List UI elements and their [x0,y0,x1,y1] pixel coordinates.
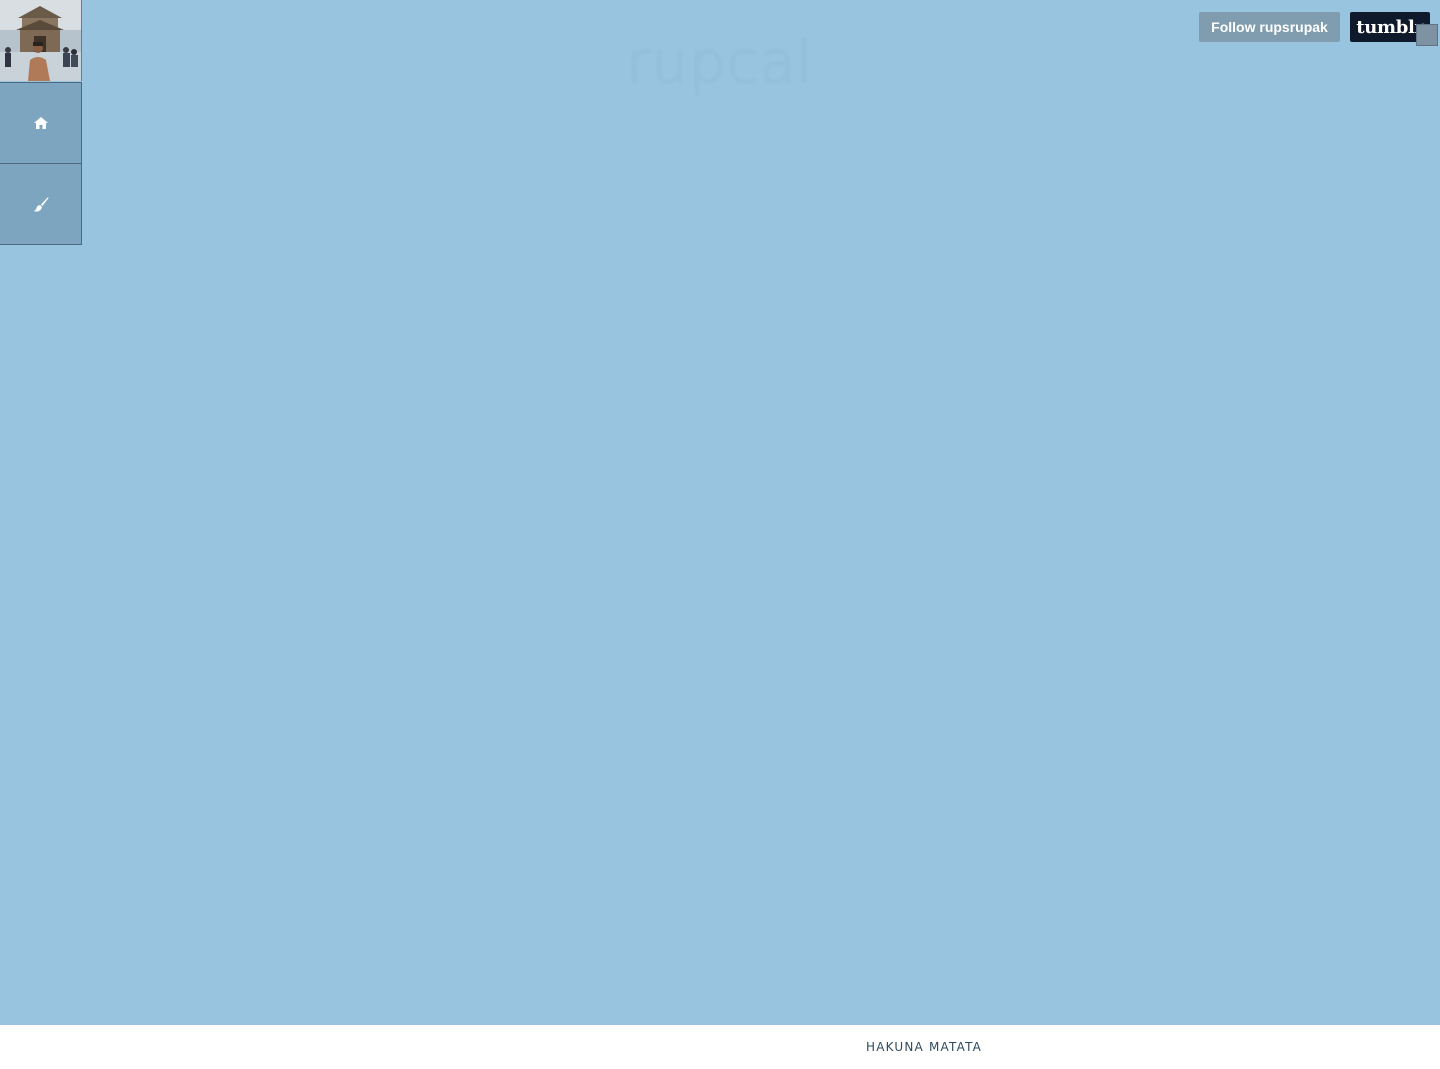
blog-title[interactable]: rupcal [560,28,880,96]
corner-toggle[interactable] [1416,24,1438,46]
paintbrush-icon [33,196,49,212]
sidebar-item-theme[interactable] [0,163,82,245]
blog-background: rupcal Follow rupsrupak tumblr [0,0,1440,1025]
follow-button[interactable]: Follow rupsrupak [1199,12,1340,42]
footer-text: HAKUNA MATATA [866,1040,983,1054]
home-icon [33,117,48,129]
avatar[interactable] [0,0,82,81]
footer: HAKUNA MATATA [0,1025,1440,1069]
sidebar-item-home[interactable] [0,82,82,164]
avatar-photo [0,0,81,81]
